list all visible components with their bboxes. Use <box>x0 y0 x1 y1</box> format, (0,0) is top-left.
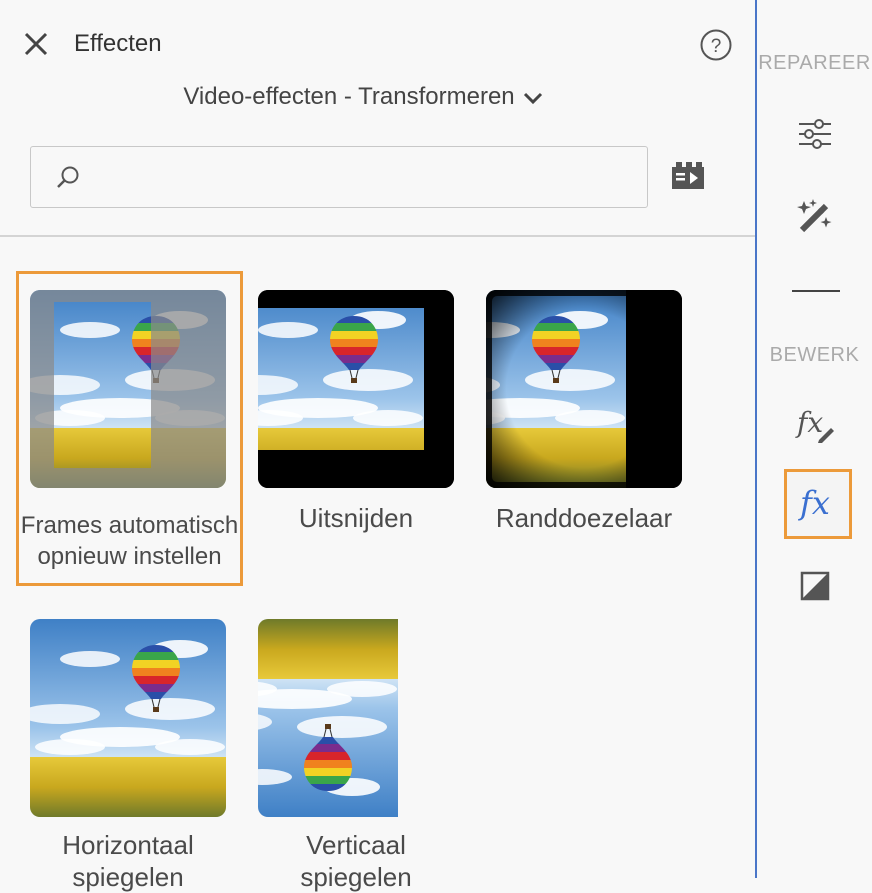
effect-thumbnail <box>258 619 454 817</box>
help-button[interactable]: ? <box>699 28 733 62</box>
search-icon <box>55 165 81 196</box>
close-button[interactable] <box>20 28 52 60</box>
section-label-repair: REPAREER <box>758 52 871 74</box>
auto-fix-icon <box>797 199 832 233</box>
panel-title: Effecten <box>74 30 162 57</box>
effect-thumbnail <box>30 619 226 817</box>
help-icon: ? <box>700 29 732 61</box>
adjustments-button[interactable] <box>791 110 839 158</box>
effect-label: Randdoezelaar <box>495 503 673 533</box>
effect-label: Verticaal spiegelen <box>300 830 412 892</box>
effect-label: Horizontaal spiegelen <box>62 830 194 892</box>
search-box[interactable] <box>30 146 648 208</box>
effect-tile-auto-reframe[interactable]: Frames automatisch opnieuw instellen <box>16 271 243 586</box>
close-icon <box>24 32 48 56</box>
effect-tile-horizontal-flip[interactable]: Horizontaal spiegelen <box>30 619 226 892</box>
effect-tile-vertical-flip[interactable]: Verticaal spiegelen <box>258 619 454 892</box>
contrast-icon <box>800 571 830 601</box>
effect-label: Frames automatisch opnieuw instellen <box>20 512 239 570</box>
category-label: Video-effecten - Transformeren <box>183 83 515 110</box>
toolbar-separator <box>792 290 840 292</box>
effect-thumbnail <box>486 290 682 488</box>
right-toolbar: REPAREER BEWERK fx fx <box>757 0 872 878</box>
effect-tile-crop[interactable]: Uitsnijden <box>258 290 454 540</box>
storyboard-icon <box>672 162 704 189</box>
effects-icon: fx <box>798 484 830 522</box>
auto-fix-button[interactable] <box>791 192 839 240</box>
fx-edit-icon: fx <box>795 406 834 443</box>
effects-panel: Effecten ? Video-effecten - Transformere… <box>0 0 755 892</box>
effect-thumbnail <box>258 290 454 488</box>
svg-text:fx: fx <box>798 484 830 522</box>
search-input[interactable] <box>91 159 635 197</box>
svg-text:?: ? <box>711 36 722 57</box>
section-label-edit: BEWERK <box>769 344 860 366</box>
chevron-down-icon <box>523 81 543 115</box>
effect-thumbnail <box>30 290 226 488</box>
contrast-button[interactable] <box>791 562 839 610</box>
fx-edit-button[interactable]: fx <box>791 400 839 448</box>
adjustments-icon <box>799 119 831 149</box>
divider <box>0 235 755 237</box>
effects-button[interactable]: fx <box>784 469 852 539</box>
category-dropdown[interactable]: Video-effecten - Transformeren <box>0 80 726 115</box>
effect-tile-edge-feather[interactable]: Randdoezelaar <box>486 290 682 540</box>
svg-text:fx: fx <box>795 406 823 439</box>
storyboard-button[interactable] <box>670 160 706 192</box>
effect-label: Uitsnijden <box>298 503 414 533</box>
